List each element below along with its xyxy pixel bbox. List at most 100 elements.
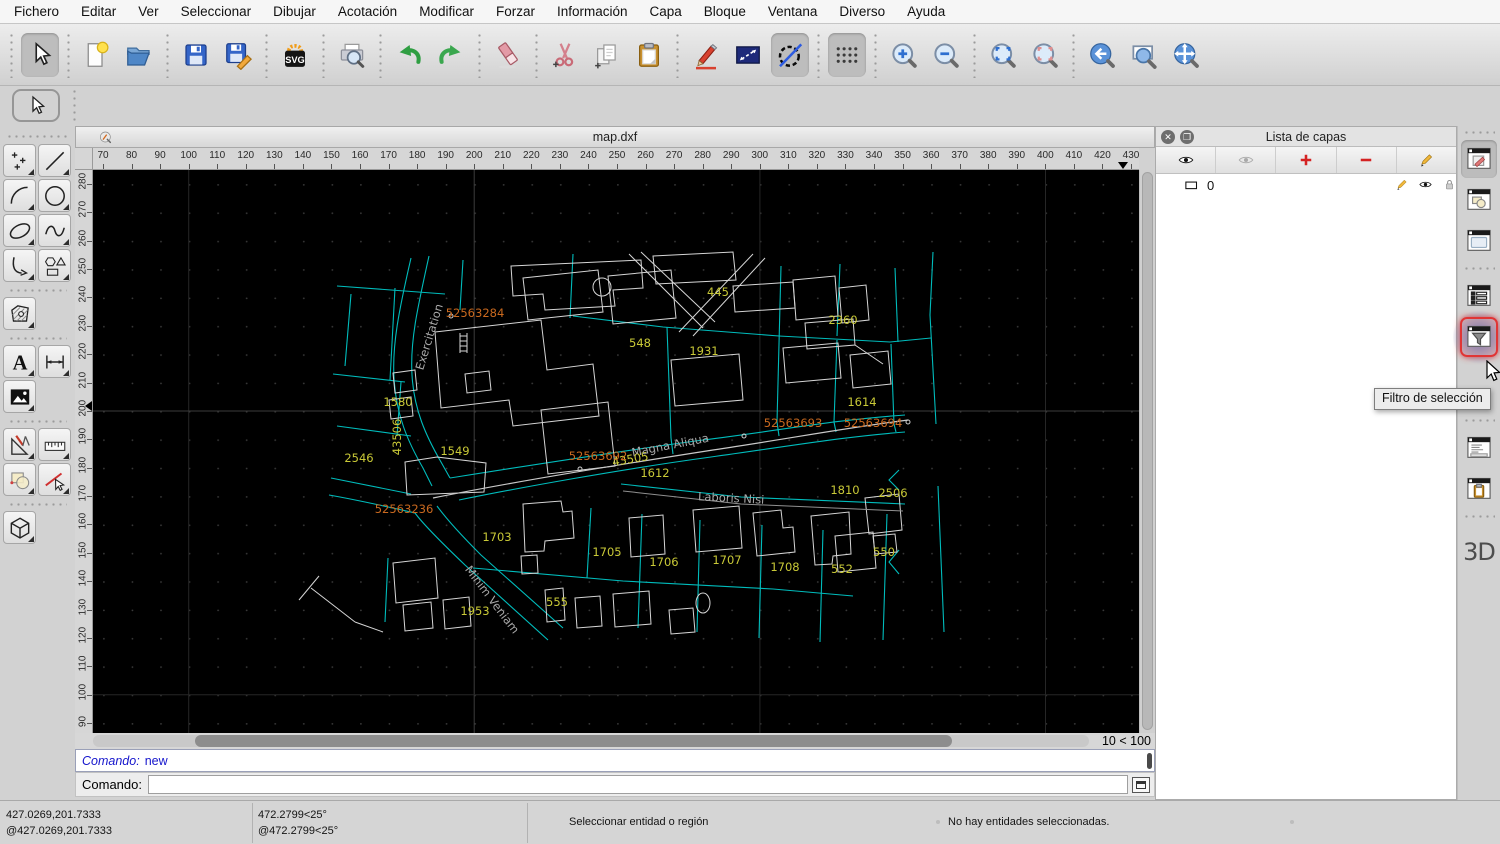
shapes-tool-button[interactable]	[38, 249, 71, 282]
eraser-button[interactable]	[489, 33, 527, 77]
dock-layers-button[interactable]	[1461, 140, 1497, 178]
circle-line-button[interactable]	[771, 33, 809, 77]
print-preview-icon	[337, 40, 367, 70]
polyline-tool-button[interactable]	[3, 249, 36, 282]
layer-visibility-button[interactable]	[1418, 177, 1433, 192]
main-toolbar: SVG	[0, 24, 1500, 86]
layer-eye-off-button[interactable]	[1216, 147, 1276, 173]
menu-ver[interactable]: Ver	[138, 4, 158, 19]
menu-fichero[interactable]: Fichero	[14, 4, 59, 19]
menu-editar[interactable]: Editar	[81, 4, 116, 19]
ruler-label: 90	[155, 150, 166, 161]
image-tool-button[interactable]	[3, 380, 36, 413]
circle2-tool-button[interactable]	[38, 179, 71, 212]
open-file-button[interactable]	[120, 33, 158, 77]
select-tool-tool-button[interactable]	[38, 463, 71, 496]
ellipse2-tool-button[interactable]	[3, 214, 36, 247]
grid-toggle-button[interactable]	[828, 33, 866, 77]
zoom-window-button[interactable]	[1125, 33, 1163, 77]
save-as-button[interactable]	[219, 33, 257, 77]
text-tool-button[interactable]: A	[3, 345, 36, 378]
vertical-scrollbar-thumb[interactable]	[1142, 172, 1153, 730]
layer-eye-button[interactable]	[1156, 147, 1216, 173]
menu-ayuda[interactable]: Ayuda	[907, 4, 945, 19]
pen-edit-button[interactable]	[687, 33, 725, 77]
ruler-label: 100	[78, 686, 89, 700]
line-tool-button[interactable]	[38, 144, 71, 177]
ruler-label: 110	[209, 150, 225, 161]
drawing-window-titlebar[interactable]: map.dxf	[75, 126, 1155, 148]
spline-tool-button[interactable]	[38, 214, 71, 247]
menu-forzar[interactable]: Forzar	[496, 4, 535, 19]
menu-informacion[interactable]: Información	[557, 4, 628, 19]
menu-diverso[interactable]: Diverso	[839, 4, 885, 19]
flyout-corner	[28, 322, 34, 328]
pointer-tool-button[interactable]	[12, 89, 60, 122]
undo-button[interactable]	[390, 33, 428, 77]
zoom-out-button[interactable]	[927, 33, 965, 77]
dim-style-button[interactable]	[729, 33, 767, 77]
layer-plus-button[interactable]	[1276, 147, 1336, 173]
horizontal-scrollbar-thumb[interactable]	[195, 735, 952, 747]
pointer-button[interactable]	[21, 33, 59, 77]
new-file-button[interactable]	[78, 33, 116, 77]
layer-panel-toolbar	[1156, 147, 1456, 174]
vertical-scrollbar[interactable]	[1139, 170, 1155, 733]
layer-select-checkbox[interactable]	[1184, 178, 1199, 193]
copy-button[interactable]	[588, 33, 626, 77]
zoom-in-button[interactable]	[885, 33, 923, 77]
zoom-select-button[interactable]	[1026, 33, 1064, 77]
command-input[interactable]	[148, 775, 1128, 794]
menu-bloque[interactable]: Bloque	[704, 4, 746, 19]
ruler-label: 220	[523, 150, 540, 161]
menu-ventana[interactable]: Ventana	[768, 4, 818, 19]
arc-tool-button[interactable]	[3, 179, 36, 212]
layer-edit-button[interactable]	[1394, 177, 1409, 192]
drawing-canvas[interactable]: 4452360548193116141580254615494350643505…	[93, 170, 1139, 733]
dock-3d-label[interactable]: 3D	[1458, 538, 1500, 566]
redo-button[interactable]	[432, 33, 470, 77]
dock-clipboard-button[interactable]	[1461, 470, 1497, 508]
box3d-tool-button[interactable]	[3, 511, 36, 544]
print-preview-button[interactable]	[333, 33, 371, 77]
menu-capa[interactable]: Capa	[650, 4, 682, 19]
dock-blocks-button[interactable]	[1461, 181, 1497, 219]
dimension-tool-button[interactable]	[38, 345, 71, 378]
points-tool-button[interactable]	[3, 144, 36, 177]
measure-tool-button[interactable]	[38, 428, 71, 461]
lock-icon	[1442, 177, 1457, 192]
layer-pencil-button[interactable]	[1397, 147, 1456, 173]
command-options-button[interactable]	[1132, 777, 1150, 793]
dock-command-button[interactable]	[1461, 429, 1497, 467]
zoom-auto-button[interactable]	[984, 33, 1022, 77]
status-bar: 427.0269,201.7333@427.0269,201.7333 472.…	[0, 800, 1500, 844]
ruler-label: 150	[78, 544, 89, 558]
menu-acotacion[interactable]: Acotación	[338, 4, 397, 19]
panel-float-button[interactable]: ❐	[1180, 130, 1194, 144]
layer-row[interactable]: 0	[1156, 174, 1456, 196]
zoom-pan-button[interactable]	[1167, 33, 1205, 77]
paste-button[interactable]	[630, 33, 668, 77]
command-history-label: Comando:	[82, 754, 140, 768]
horizontal-scrollbar[interactable]: 10 < 100	[75, 733, 1155, 749]
svg-export-button[interactable]: SVG	[276, 33, 314, 77]
menu-modificar[interactable]: Modificar	[419, 4, 474, 19]
zoom-previous-button[interactable]	[1083, 33, 1121, 77]
ruler-label: 380	[980, 150, 997, 161]
cut-button[interactable]	[546, 33, 584, 77]
map-label: 1705	[592, 545, 621, 559]
save-button[interactable]	[177, 33, 215, 77]
checkbox-icon	[1184, 178, 1199, 193]
hatch-tool-button[interactable]	[3, 297, 36, 330]
menu-dibujar[interactable]: Dibujar	[273, 4, 316, 19]
dock-library-button[interactable]	[1461, 222, 1497, 260]
layer-minus-button[interactable]	[1337, 147, 1397, 173]
dock-filter-button[interactable]	[1461, 318, 1497, 356]
history-scrollbar-thumb[interactable]	[1147, 753, 1152, 769]
layer-lock-button[interactable]	[1442, 177, 1457, 192]
map-label: 1708	[770, 560, 799, 574]
blocks-tool-button[interactable]	[3, 463, 36, 496]
modify-tool-button[interactable]	[3, 428, 36, 461]
panel-close-button[interactable]: ✕	[1161, 130, 1175, 144]
menu-seleccionar[interactable]: Seleccionar	[181, 4, 252, 19]
